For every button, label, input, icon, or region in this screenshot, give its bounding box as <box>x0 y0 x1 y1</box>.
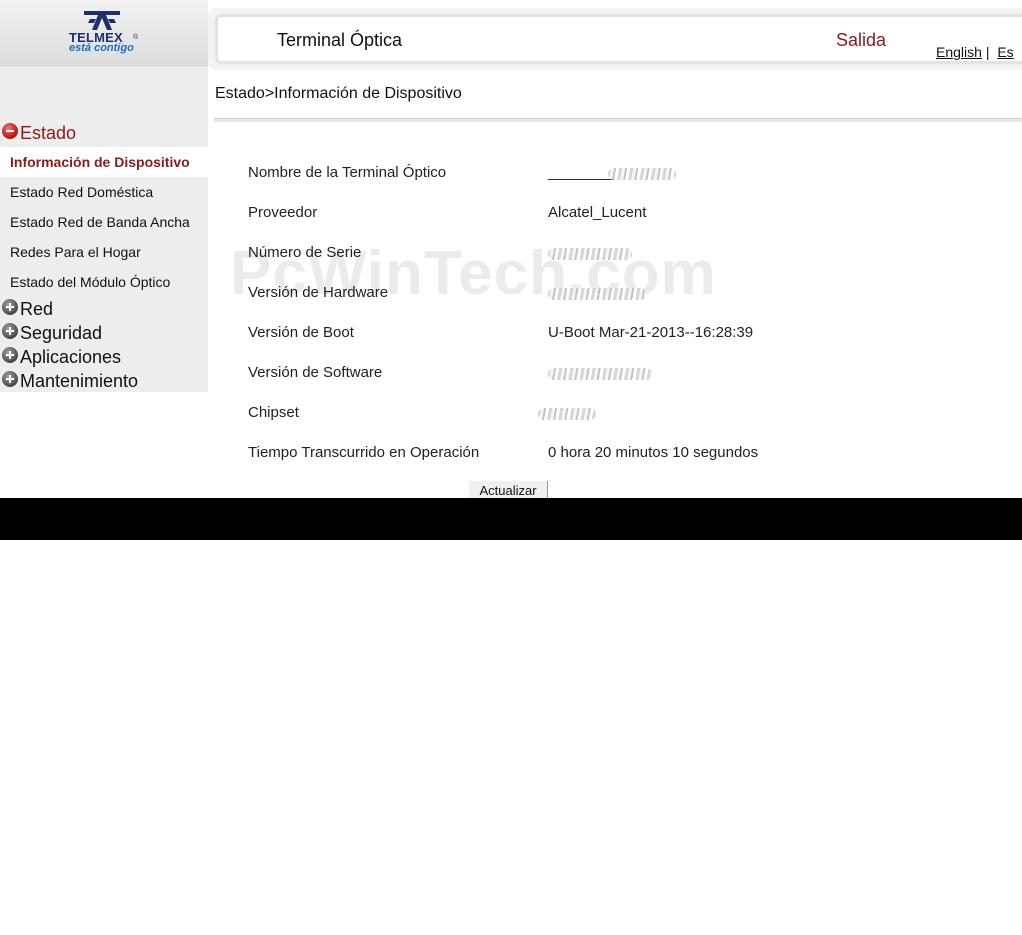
info-label-software: Versión de Software <box>248 364 383 381</box>
sidebar-nav: Estado Información de Dispositivo Estado… <box>0 123 208 392</box>
redacted-value <box>538 408 596 420</box>
telmex-emblem-icon <box>84 11 120 30</box>
sidebar-category-label: Aplicaciones <box>20 347 122 367</box>
redacted-value <box>608 168 676 180</box>
info-label-nombre: Nombre de la Terminal Óptico <box>248 164 447 181</box>
expand-plus-icon <box>2 347 18 363</box>
sidebar-category-label: Seguridad <box>20 323 103 343</box>
sidebar-item-informacion-dispositivo[interactable]: Información de Dispositivo <box>0 147 208 177</box>
sidebar-category-label: Mantenimiento <box>20 371 139 391</box>
breadcrumb: Estado>Información de Dispositivo <box>215 85 462 102</box>
sidebar-item-banda-ancha[interactable]: Estado Red de Banda Ancha <box>0 207 208 237</box>
sidebar-item-red-domestica[interactable]: Estado Red Doméstica <box>0 177 208 207</box>
logo-registered-mark: ® <box>133 34 139 41</box>
expand-plus-icon <box>2 323 18 339</box>
info-label-boot: Versión de Boot <box>248 324 354 341</box>
expand-plus-icon <box>2 299 18 315</box>
info-label-tiempo: Tiempo Transcurrido en Operación <box>248 444 480 461</box>
sidebar-item-redes-hogar[interactable]: Redes Para el Hogar <box>0 237 208 267</box>
collapse-minus-icon <box>2 123 18 139</box>
telmex-logo[interactable]: TELMEX ® está contigo <box>0 0 208 67</box>
sidebar-header-space <box>0 67 208 123</box>
info-value-proveedor: Alcatel_Lucent <box>548 204 647 221</box>
redacted-value <box>548 368 652 380</box>
language-switcher: English | Es <box>936 44 1014 60</box>
footer-bar <box>0 498 1022 540</box>
refresh-button[interactable]: Actualizar <box>469 481 548 499</box>
logo-tagline: está contigo <box>69 42 134 54</box>
info-value-boot: U-Boot Mar-21-2013--16:28:39 <box>548 324 754 341</box>
info-value-nombre: ________ <box>548 164 615 181</box>
logout-link[interactable]: Salida <box>836 30 886 51</box>
expand-plus-icon <box>2 371 18 387</box>
content-divider <box>214 118 1022 122</box>
lang-spanish-link[interactable]: Es <box>997 44 1013 60</box>
info-label-chipset: Chipset <box>248 404 299 421</box>
app-root: TELMEX ® está contigo Terminal Óptica Sa… <box>0 0 1022 935</box>
sidebar-category-label: Red <box>20 299 54 319</box>
lang-english-link[interactable]: English <box>936 44 982 60</box>
info-label-proveedor: Proveedor <box>248 204 318 221</box>
page-header-title: Terminal Óptica <box>277 30 403 50</box>
sidebar-category-label: Estado <box>20 123 77 143</box>
redacted-value <box>548 248 632 260</box>
sidebar-item-modulo-optico[interactable]: Estado del Módulo Óptico <box>0 267 208 297</box>
lang-separator: | <box>985 44 990 60</box>
info-label-hardware: Versión de Hardware <box>248 284 389 301</box>
redacted-value <box>548 288 646 300</box>
info-label-serie: Número de Serie <box>248 244 362 261</box>
info-value-tiempo: 0 hora 20 minutos 10 segundos <box>548 444 759 461</box>
